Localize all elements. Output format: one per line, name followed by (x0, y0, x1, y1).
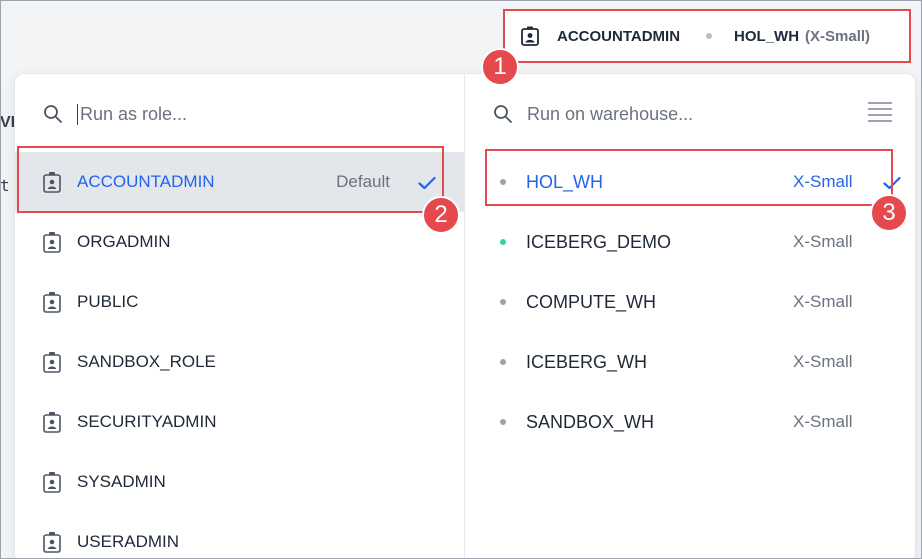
callout-badge-1: 1 (481, 48, 519, 86)
role-panel: ACCOUNTADMIN Default ORGADMIN PUBLIC SANDBOX… (15, 74, 464, 559)
status-dot-icon (500, 179, 506, 185)
check-icon (418, 176, 436, 190)
role-item-orgadmin[interactable]: ORGADMIN (15, 212, 464, 272)
context-selector[interactable]: ACCOUNTADMIN HOL_WH (X-Small) (503, 9, 911, 63)
warehouse-list: HOL_WH X-Small ICEBERG_DEMO X-Small COMPUTE_… (465, 152, 915, 452)
warehouse-item-iceberg-wh[interactable]: ICEBERG_WH X-Small (465, 332, 915, 392)
user-badge-icon (521, 26, 539, 46)
role-label: SANDBOX_ROLE (77, 352, 216, 371)
warehouse-item-hol-wh[interactable]: HOL_WH X-Small (465, 152, 915, 212)
user-badge-icon (43, 532, 61, 553)
warehouse-search-input[interactable] (527, 103, 827, 125)
role-item-public[interactable]: PUBLIC (15, 272, 464, 332)
user-badge-icon (43, 412, 61, 433)
warehouse-panel: HOL_WHX-SmallICEBERG_DEMOX-SmallCOMPUTE_… (464, 74, 915, 559)
warehouse-label: COMPUTE_WH (526, 291, 656, 312)
role-label: SYSADMIN (77, 472, 166, 491)
role-label: PUBLIC (77, 292, 139, 311)
status-dot-icon (500, 419, 506, 425)
role-item-securityadmin[interactable]: SECURITYADMIN (15, 392, 464, 452)
warehouse-item-iceberg-demo[interactable]: ICEBERG_DEMO X-Small (465, 212, 915, 272)
warehouse-item-sandbox-wh[interactable]: SANDBOX_WH X-Small (465, 392, 915, 452)
role-list: ACCOUNTADMIN Default ORGADMIN PUBLIC SANDBOX… (15, 152, 464, 559)
status-dot-icon (500, 239, 506, 245)
role-item-useradmin[interactable]: USERADMIN (15, 512, 464, 559)
status-dot-icon (500, 359, 506, 365)
background-text-2: t (0, 176, 10, 195)
user-badge-icon (43, 292, 61, 313)
role-item-sysadmin[interactable]: SYSADMIN (15, 452, 464, 512)
warehouse-label: ICEBERG_WH (526, 351, 648, 372)
search-icon (44, 105, 62, 123)
check-icon (883, 176, 901, 190)
warehouse-label: SANDBOX_WH (526, 411, 655, 432)
user-badge-icon (43, 352, 61, 373)
role-search (43, 96, 377, 132)
user-badge-icon (43, 472, 61, 493)
warehouse-label: ICEBERG_DEMO (526, 231, 672, 252)
warehouse-item-compute-wh[interactable]: COMPUTE_WH X-Small (465, 272, 915, 332)
list-lines-icon[interactable] (867, 101, 893, 123)
default-tag: Default (336, 172, 390, 191)
context-role: ACCOUNTADMIN (557, 27, 681, 45)
context-warehouse: HOL_WH (734, 27, 800, 45)
separator-dot (706, 33, 713, 39)
callout-badge-3: 3 (870, 194, 908, 232)
warehouse-size: X-Small (793, 412, 853, 431)
role-warehouse-dropdown: ACCOUNTADMIN Default ORGADMIN PUBLIC SANDBOX… (14, 73, 916, 559)
warehouse-search (493, 96, 827, 132)
warehouse-size: X-Small (793, 292, 853, 311)
role-label: ACCOUNTADMIN (77, 172, 215, 191)
role-item-accountadmin[interactable]: ACCOUNTADMIN Default (15, 152, 464, 212)
warehouse-size: X-Small (793, 352, 853, 371)
user-badge-icon (43, 232, 61, 253)
user-badge-icon (43, 172, 61, 193)
warehouse-size: X-Small (793, 232, 853, 251)
role-item-sandbox-role[interactable]: SANDBOX_ROLE (15, 332, 464, 392)
warehouse-size: X-Small (793, 172, 853, 191)
search-icon (494, 105, 512, 123)
role-search-input[interactable] (77, 103, 377, 125)
warehouse-label: HOL_WH (526, 171, 604, 192)
context-size: (X-Small) (805, 27, 871, 45)
role-label: USERADMIN (77, 532, 180, 551)
role-label: SECURITYADMIN (77, 412, 217, 431)
role-label: ORGADMIN (77, 232, 171, 251)
status-dot-icon (500, 299, 506, 305)
callout-badge-2: 2 (422, 196, 460, 234)
